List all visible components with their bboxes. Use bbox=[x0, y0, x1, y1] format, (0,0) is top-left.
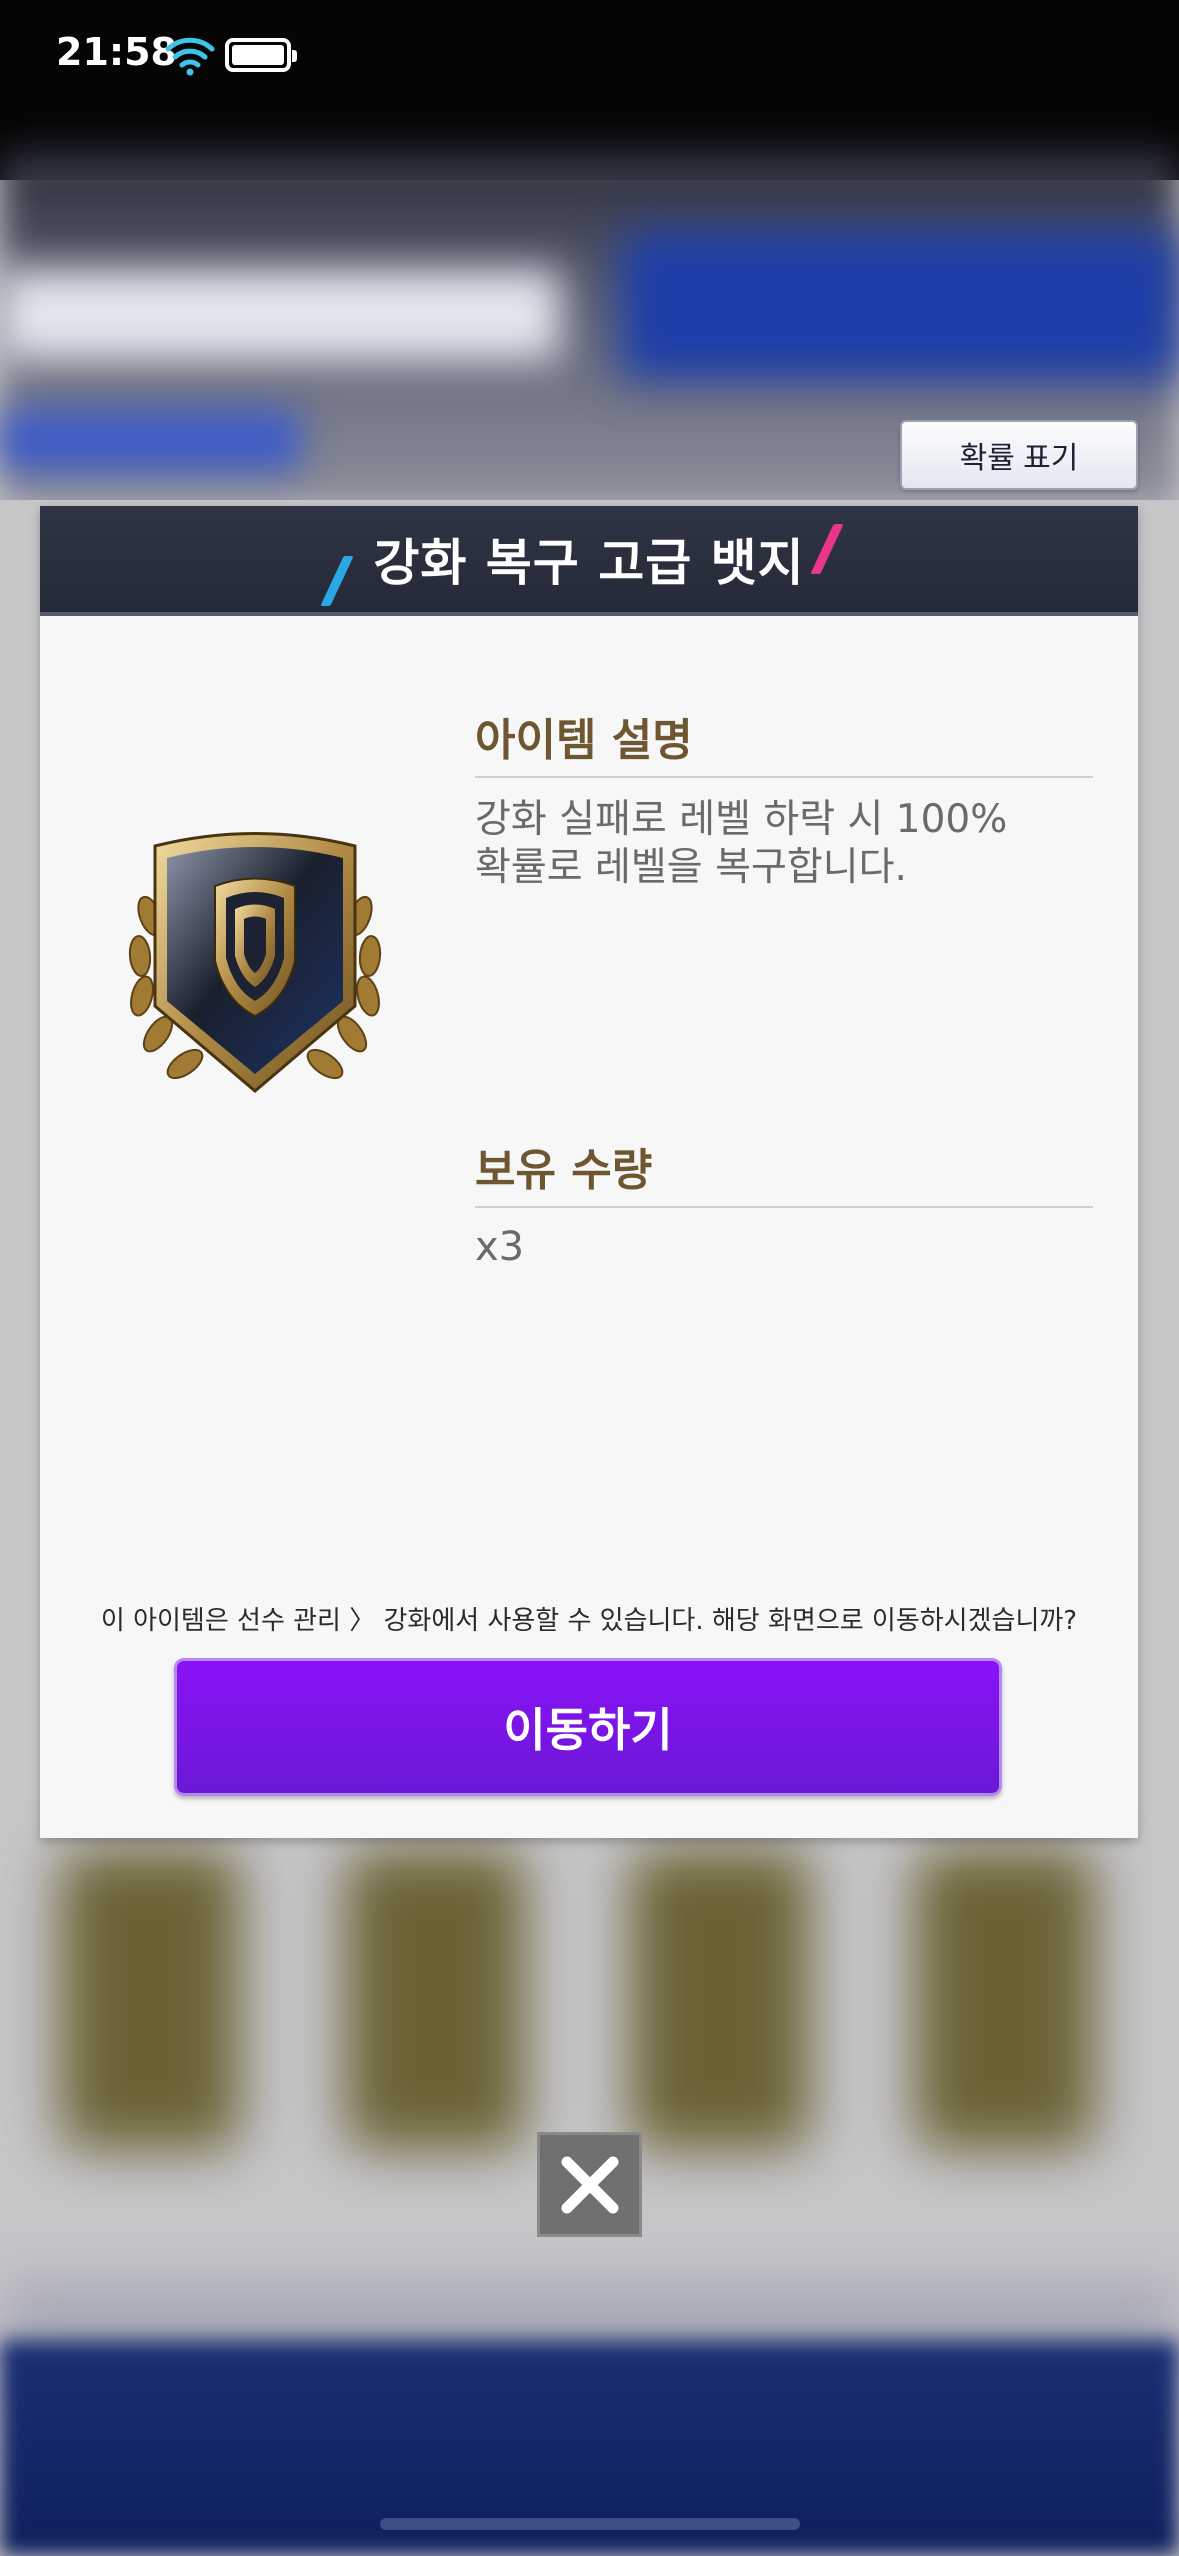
item-description: 강화 실패로 레벨 하락 시 100% 확률로 레벨을 복구합니다. bbox=[475, 796, 1075, 892]
quantity-value: x3 bbox=[475, 1224, 525, 1270]
battery-icon bbox=[225, 38, 297, 72]
modal-title: 강화 복구 고급 뱃지 bbox=[373, 534, 805, 592]
move-button[interactable]: 이동하기 bbox=[174, 1658, 1002, 1796]
status-bar: 21:58 bbox=[0, 0, 1179, 110]
header-slash-right-decoration bbox=[810, 524, 844, 574]
wifi-icon bbox=[165, 37, 215, 76]
shield-badge-icon bbox=[128, 832, 382, 1093]
home-indicator[interactable] bbox=[380, 2518, 800, 2530]
status-time: 21:58 bbox=[56, 30, 177, 74]
description-divider bbox=[475, 776, 1093, 778]
item-info-modal: 강화 복구 고급 뱃지 아이템 설명 강화 실패로 레벨 하락 시 100% 확… bbox=[40, 506, 1138, 1838]
description-line-2: 확률로 레벨을 복구합니다. bbox=[475, 845, 907, 890]
usage-hint-text: 이 아이템은 선수 관리 〉 강화에서 사용할 수 있습니다. 해당 화면으로 … bbox=[100, 1606, 1078, 1636]
description-heading: 아이템 설명 bbox=[475, 715, 693, 766]
close-icon bbox=[561, 2156, 618, 2213]
modal-header: 강화 복구 고급 뱃지 bbox=[40, 506, 1138, 616]
quantity-heading: 보유 수량 bbox=[475, 1145, 653, 1196]
close-button[interactable] bbox=[537, 2132, 642, 2237]
header-slash-left-decoration bbox=[320, 556, 354, 606]
quantity-divider bbox=[475, 1206, 1093, 1208]
description-line-1: 강화 실패로 레벨 하락 시 100% bbox=[475, 797, 1008, 842]
probability-display-button[interactable]: 확률 표기 bbox=[900, 420, 1138, 490]
